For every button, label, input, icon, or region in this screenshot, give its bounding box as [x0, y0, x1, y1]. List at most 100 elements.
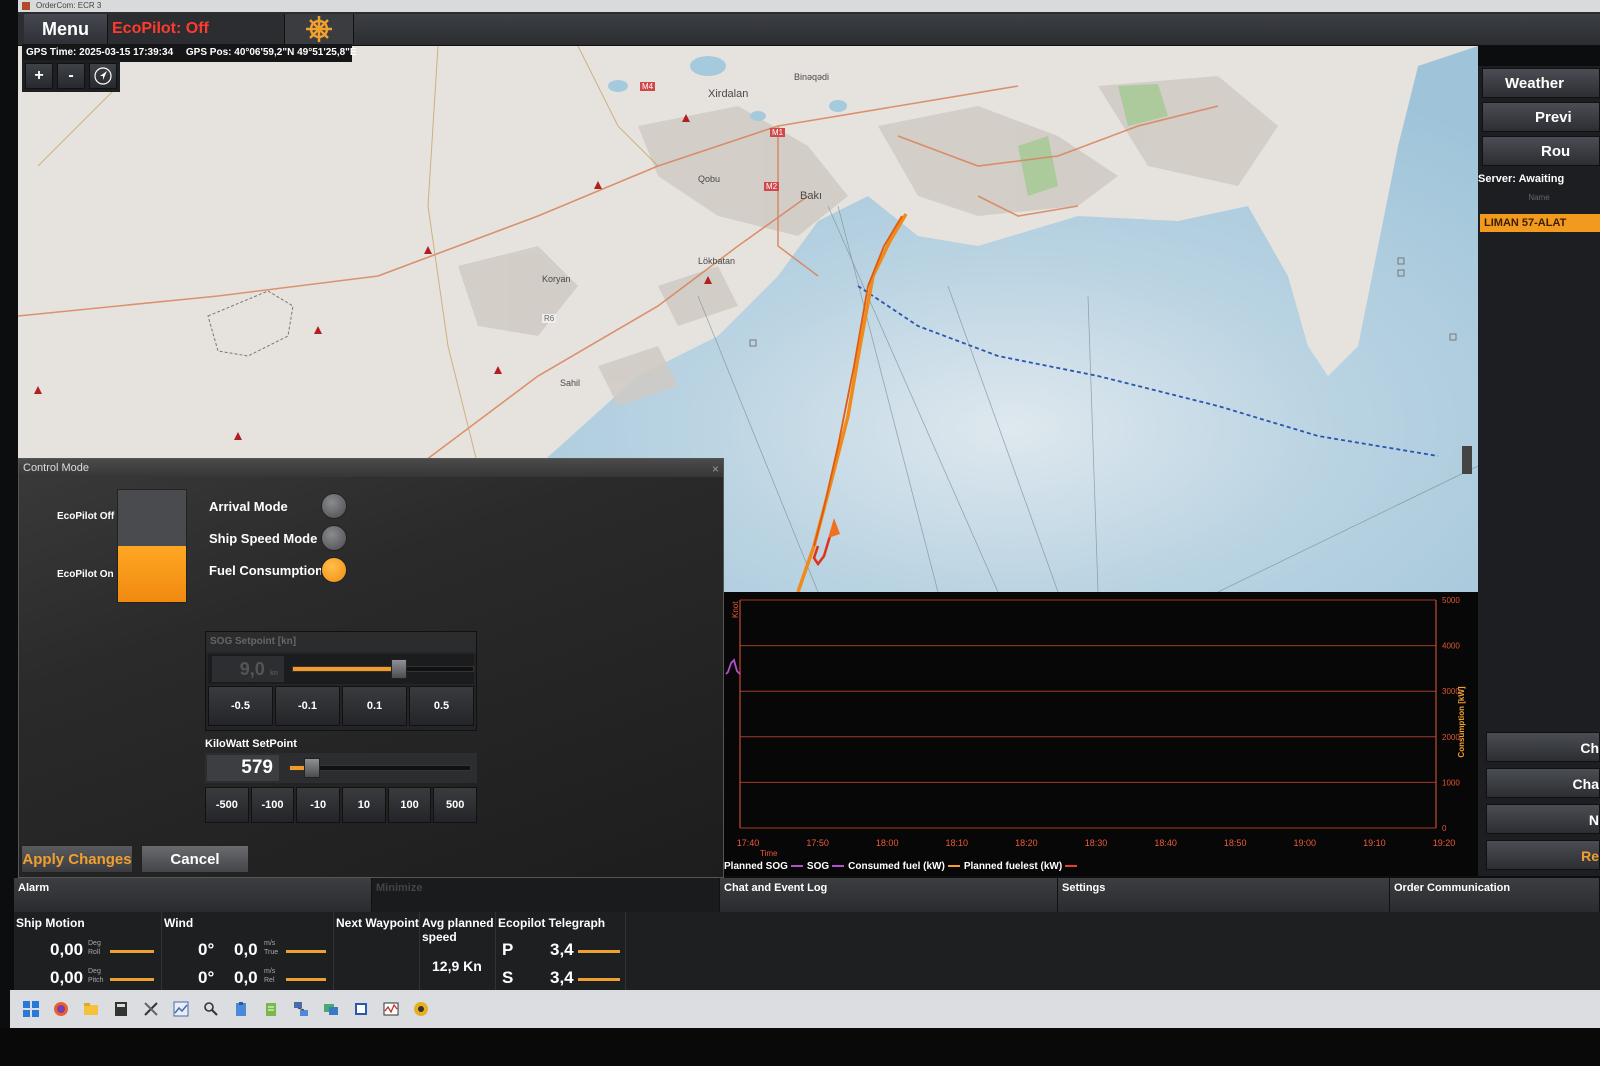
ecopilot-on-label: EcoPilot On: [57, 569, 114, 580]
telegraph-s-indicator: [578, 978, 620, 981]
remote-desktop-icon[interactable]: [322, 1000, 340, 1018]
chart-legend-label: Planned SOG: [724, 860, 788, 872]
map-label-r6: R6: [542, 314, 557, 323]
tab-settings[interactable]: Settings: [1058, 878, 1390, 912]
map-label-xirdalan: Xirdalan: [708, 88, 749, 100]
wind-true-indicator: [286, 950, 326, 953]
right-lower-button-1[interactable]: Ch: [1486, 732, 1600, 762]
sog-step-minus-0-1[interactable]: -0.1: [275, 686, 340, 726]
map-label-baki: Bakı: [800, 190, 823, 202]
avg-speed-value: 12,9 Kn: [432, 958, 482, 974]
kw-step-buttons: -500 -100 -10 10 100 500: [205, 787, 478, 823]
kw-setpoint-value[interactable]: 579: [207, 755, 279, 781]
zoom-in-button[interactable]: +: [25, 63, 53, 89]
kw-step-plus-500[interactable]: 500: [433, 787, 478, 823]
sog-step-plus-0-1[interactable]: 0.1: [342, 686, 407, 726]
ecopilot-on-indicator: [118, 546, 186, 602]
preview-button[interactable]: Previ: [1482, 102, 1600, 132]
wind-speed-true: 0,0: [234, 940, 258, 959]
consumption-chart: 0 1000 2000 3000 4000 5000 17:40 17:50 18:00 18:1…: [724, 592, 1478, 876]
chart-legend-label: Planned fuelest (kW): [963, 860, 1063, 872]
chart-legend-label: SOG: [806, 860, 830, 872]
zoom-out-button[interactable]: -: [57, 63, 85, 89]
fuel-consumption-mode-radio[interactable]: [321, 557, 347, 583]
route-name-header: Name: [1528, 193, 1550, 202]
sog-slider-thumb[interactable]: [390, 659, 407, 679]
sog-step-minus-0-5[interactable]: -0.5: [208, 686, 273, 726]
route-button[interactable]: Rou: [1482, 136, 1600, 166]
dialog-title-bar[interactable]: Control Mode ×: [19, 459, 723, 477]
clipboard-icon[interactable]: [232, 1000, 250, 1018]
apply-changes-button[interactable]: Apply Changes: [21, 845, 133, 873]
kw-slider[interactable]: [289, 758, 471, 778]
sog-setpoint-header: SOG Setpoint [kn]: [206, 632, 476, 652]
right-lower-button-3[interactable]: N: [1486, 804, 1600, 834]
tab-order-communication[interactable]: Order Communication: [1390, 878, 1600, 912]
center-ship-button[interactable]: [89, 63, 117, 89]
tab-alarm[interactable]: Alarm: [14, 878, 372, 912]
kw-step-minus-100[interactable]: -100: [250, 787, 295, 823]
roll-label: Roll: [88, 949, 101, 956]
sog-slider-fill: [293, 667, 399, 671]
fuel-consumption-mode-label: Fuel Consumption: [209, 562, 321, 578]
kw-step-plus-100[interactable]: 100: [387, 787, 432, 823]
kw-step-plus-10[interactable]: 10: [342, 787, 386, 823]
helm-button[interactable]: [284, 14, 354, 44]
chart-x-tick-label: 17:50: [806, 838, 829, 848]
menu-button[interactable]: Menu: [24, 14, 108, 44]
file-explorer-icon[interactable]: [82, 1000, 100, 1018]
tab-minimize[interactable]: Minimize: [372, 878, 720, 912]
kw-setpoint-row: 579: [205, 753, 477, 783]
chart-legend-item: Planned SOG: [724, 861, 803, 872]
cancel-button[interactable]: Cancel: [141, 845, 249, 873]
task-manager-icon[interactable]: [382, 1000, 400, 1018]
pitch-value: 0,00: [50, 968, 84, 987]
bottom-tab-row: Alarm Minimize Chat and Event Log Settin…: [14, 878, 1600, 912]
ship-speed-mode-radio[interactable]: [321, 525, 347, 551]
arrival-mode-radio[interactable]: [321, 493, 347, 519]
ecopilot-toggle[interactable]: [117, 489, 187, 603]
chart-y-axis-right-label: Consumption [kW]: [1457, 686, 1466, 757]
wind-rel-label: Rel: [264, 977, 275, 984]
ecopilot-app-icon[interactable]: [412, 1000, 430, 1018]
sog-step-plus-0-5[interactable]: 0.5: [409, 686, 474, 726]
wind-dir-true: 0°: [198, 940, 215, 959]
chart-app-icon[interactable]: [172, 1000, 190, 1018]
map-label-lokbatan: Lökbatan: [698, 256, 736, 266]
mode-row-arrival[interactable]: Arrival Mode: [209, 493, 347, 519]
mode-row-ship-speed[interactable]: Ship Speed Mode: [209, 525, 347, 551]
route-list-item[interactable]: LIMAN 57-ALAT: [1480, 214, 1600, 232]
chart-y-tick-label: 5000: [1442, 596, 1460, 605]
weather-button[interactable]: Weather: [1482, 68, 1600, 98]
chart-canvas: 01000200030004000500017:40 17:50 18:00 18:1…: [725, 596, 1466, 858]
pitch-label: Pitch: [88, 977, 104, 984]
right-lower-button-2[interactable]: Cha: [1486, 768, 1600, 798]
sog-setpoint-panel: SOG Setpoint [kn] 9,0 kn -0.5 -0.1 0.1 0…: [205, 631, 477, 731]
tools-icon[interactable]: [142, 1000, 160, 1018]
chart-legend-item: Planned fuelest (kW): [963, 860, 1078, 872]
firefox-icon[interactable]: [52, 1000, 70, 1018]
notepad-icon[interactable]: [262, 1000, 280, 1018]
gps-time: GPS Time: 2025-03-15 17:39:34: [26, 47, 174, 58]
search-icon[interactable]: [202, 1000, 220, 1018]
sog-slider[interactable]: [292, 659, 474, 679]
close-icon[interactable]: ×: [712, 460, 719, 478]
tab-chat-event-log[interactable]: Chat and Event Log: [720, 878, 1058, 912]
chart-legend-swatch: [1065, 865, 1078, 867]
kw-step-minus-500[interactable]: -500: [205, 787, 249, 823]
kw-step-minus-10[interactable]: -10: [296, 787, 341, 823]
kilowatt-setpoint-header: KiloWatt SetPoint: [205, 738, 297, 750]
wind-speed-rel: 0,0: [234, 968, 258, 987]
window-app-icon[interactable]: [352, 1000, 370, 1018]
network-icon[interactable]: [292, 1000, 310, 1018]
chart-x-tick-label: 17:40: [737, 838, 760, 848]
mode-row-fuel-consumption[interactable]: Fuel Consumption: [209, 557, 347, 583]
windows-start-icon[interactable]: [22, 1000, 40, 1018]
ship-wheel-icon: [306, 16, 332, 42]
avg-speed-title: Avg planned speed: [422, 916, 494, 944]
calculator-icon[interactable]: [112, 1000, 130, 1018]
chart-y-tick-label: 0: [1442, 824, 1447, 833]
right-lower-button-4[interactable]: Re: [1486, 840, 1600, 870]
telegraph-s-value: 3,4: [550, 968, 574, 987]
kw-slider-thumb[interactable]: [303, 758, 320, 778]
